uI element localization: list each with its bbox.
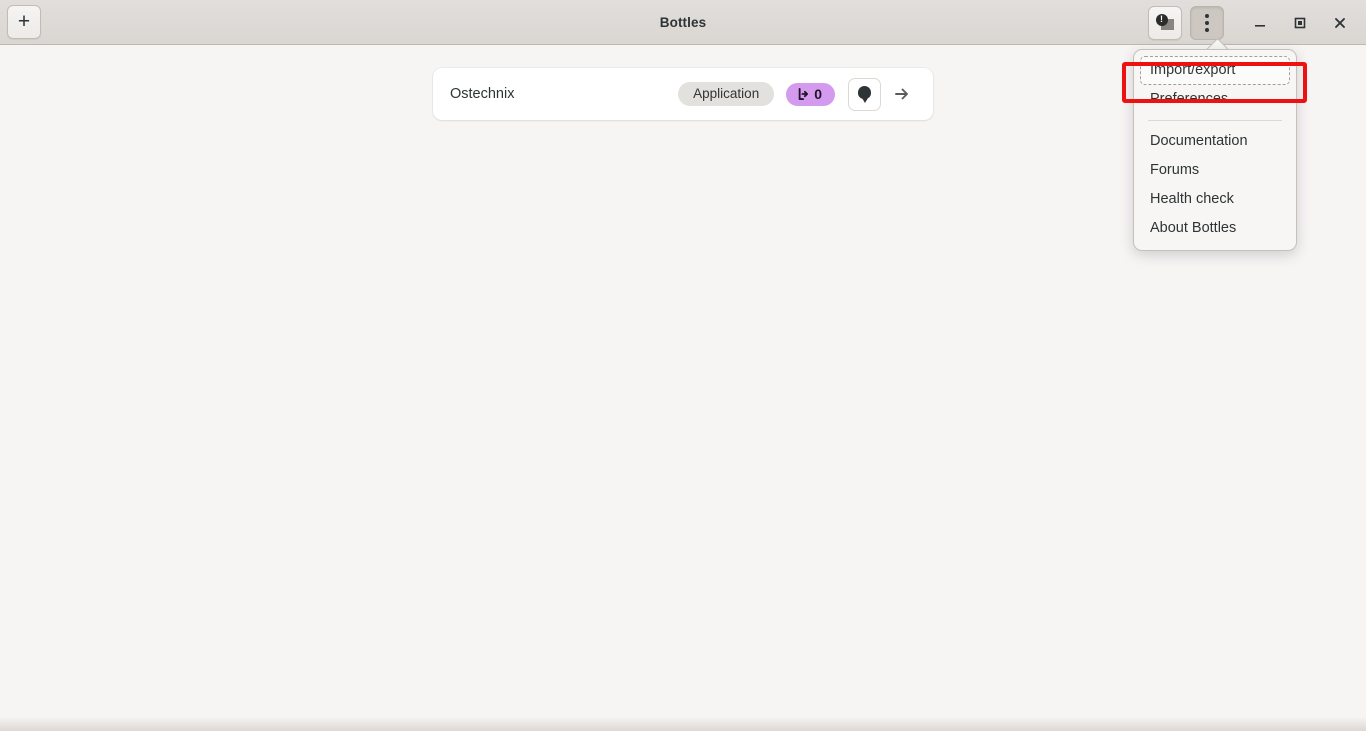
main-menu-button[interactable]	[1190, 5, 1224, 40]
bottle-environment-chip: Application	[678, 81, 775, 107]
header-left-controls: +	[0, 5, 41, 39]
bottle-list: Ostechnix Application 0	[433, 68, 933, 120]
launch-icon	[798, 87, 809, 100]
plus-icon: +	[17, 9, 31, 33]
menu-separator	[1148, 120, 1282, 121]
maximize-icon	[1294, 17, 1306, 28]
popover-body: Import/export Preferences Documentation …	[1133, 49, 1297, 251]
bottle-list-item[interactable]: Ostechnix Application 0	[433, 68, 933, 120]
arrow-right-icon	[895, 88, 908, 100]
menu-item-preferences[interactable]: Preferences	[1140, 85, 1290, 114]
notification-icon	[1155, 13, 1175, 31]
close-button[interactable]	[1320, 0, 1360, 45]
header-right-controls	[1148, 0, 1366, 45]
bottle-programs-badge: 0	[786, 82, 835, 106]
bottle-open-button[interactable]	[886, 78, 918, 110]
three-dots-vertical-icon	[1205, 13, 1209, 32]
menu-item-health-check[interactable]: Health check	[1140, 185, 1290, 214]
bottle-programs-count: 0	[814, 85, 822, 102]
notifications-button[interactable]	[1148, 5, 1182, 40]
menu-item-forums[interactable]: Forums	[1140, 156, 1290, 185]
minimize-button[interactable]	[1240, 0, 1280, 45]
new-bottle-button[interactable]: +	[7, 5, 41, 39]
balloon-icon	[858, 85, 871, 103]
bottle-name: Ostechnix	[450, 86, 515, 102]
menu-item-about-bottles[interactable]: About Bottles	[1140, 214, 1290, 243]
maximize-button[interactable]	[1280, 0, 1320, 45]
bottle-icon-button[interactable]	[848, 77, 881, 111]
menu-item-documentation[interactable]: Documentation	[1140, 127, 1290, 156]
close-icon	[1335, 17, 1345, 28]
menu-item-import-export[interactable]: Import/export	[1140, 56, 1290, 85]
header-bar: + Bottles	[0, 0, 1366, 45]
minimize-icon	[1255, 24, 1265, 27]
